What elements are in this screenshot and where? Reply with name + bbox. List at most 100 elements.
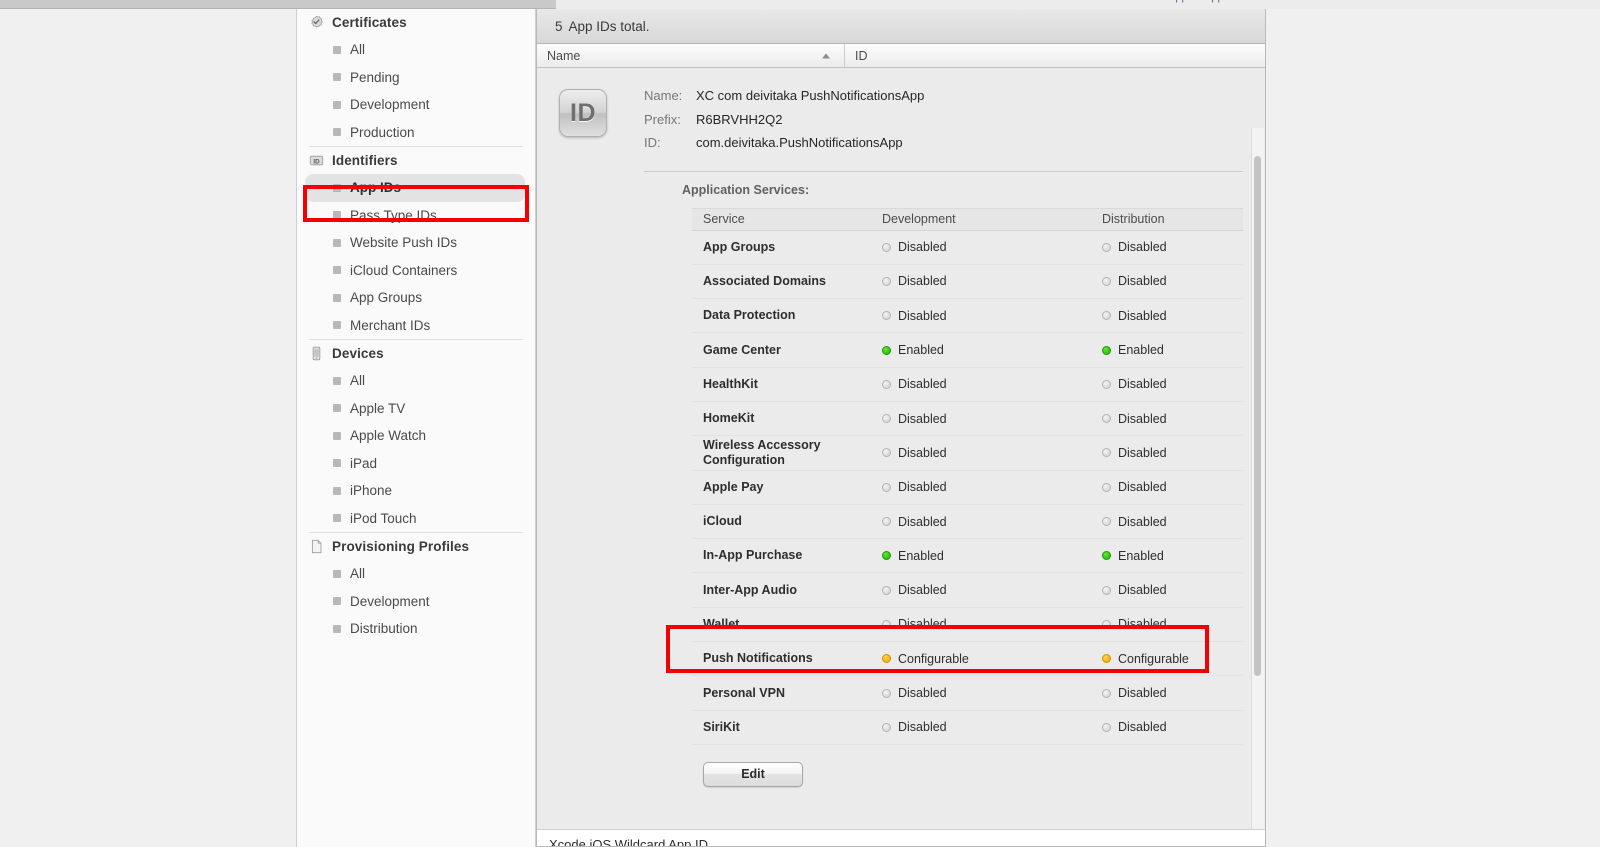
sidebar-item-label: Merchant IDs	[350, 317, 431, 333]
column-header-id[interactable]: ID	[845, 44, 1265, 67]
service-development-status: Enabled	[882, 549, 1102, 563]
status-label: Enabled	[1118, 548, 1164, 563]
desktop-left-area	[0, 9, 297, 847]
window-chrome-right: Add App ID App IDs	[556, 0, 1600, 9]
status-label: Enabled	[898, 343, 944, 358]
application-services-table: Service Development Distribution App Gro…	[692, 207, 1243, 745]
status-disabled-dot-icon	[882, 517, 891, 527]
service-name: Game Center	[703, 342, 781, 357]
bullet-square-icon	[333, 100, 341, 109]
sidebar-item-all[interactable]: All	[297, 36, 535, 64]
service-development-status: Disabled	[882, 720, 1102, 734]
status-disabled-dot-icon	[882, 585, 891, 595]
service-development-status: Disabled	[882, 617, 1102, 631]
sidebar-item-label: iCloud Containers	[350, 262, 458, 278]
sidebar-group-title: Identifiers	[332, 153, 398, 168]
service-development-status: Disabled	[882, 240, 1102, 254]
service-name: Data Protection	[703, 308, 796, 323]
status-enabled-dot-icon	[882, 345, 891, 355]
sidebar-item-website-push-ids[interactable]: Website Push IDs	[297, 229, 535, 257]
sidebar-item-icloud-containers[interactable]: iCloud Containers	[297, 257, 535, 285]
sidebar-item-label: Development	[350, 97, 430, 113]
sidebar-item-label: All	[350, 373, 366, 389]
bullet-square-icon	[333, 266, 341, 275]
bullet-square-icon	[333, 73, 341, 82]
bullet-square-icon	[333, 211, 341, 220]
status-enabled-dot-icon	[882, 551, 891, 561]
detail-scrollbar-thumb[interactable]	[1254, 156, 1261, 676]
service-distribution-status: Configurable	[1102, 652, 1243, 666]
service-distribution-status: Disabled	[1102, 720, 1243, 734]
service-distribution-status: Disabled	[1102, 377, 1243, 391]
status-label: Disabled	[898, 686, 947, 700]
bullet-square-icon	[333, 321, 341, 330]
sidebar-item-distribution[interactable]: Distribution	[297, 615, 535, 643]
sort-ascending-icon	[822, 53, 830, 58]
bullet-square-icon	[333, 624, 341, 633]
service-development-status: Disabled	[882, 412, 1102, 426]
sidebar-item-label: Pass Type IDs	[350, 207, 437, 223]
status-disabled-dot-icon	[1102, 482, 1111, 492]
app-window: Add App ID App IDs Certificates All Pendin…	[0, 0, 1600, 847]
column-header-id-label: ID	[855, 48, 868, 63]
status-disabled-dot-icon	[1102, 688, 1111, 698]
sidebar-item-ipad[interactable]: iPad	[297, 450, 535, 478]
sidebar-item-iphone[interactable]: iPhone	[297, 477, 535, 505]
service-name: HomeKit	[703, 411, 755, 426]
sidebar-item-ipod-touch[interactable]: iPod Touch	[297, 505, 535, 533]
services-col-development: Development	[882, 212, 956, 226]
sidebar-item-apple-watch[interactable]: Apple Watch	[297, 422, 535, 450]
sidebar-item-development[interactable]: Development	[297, 588, 535, 616]
service-row: HealthKit Disabled Disabled	[692, 367, 1243, 402]
status-label: Disabled	[898, 240, 947, 255]
edit-button[interactable]: Edit	[703, 761, 803, 787]
sidebar-item-app-ids[interactable]: App IDs	[305, 174, 525, 202]
status-disabled-dot-icon	[1102, 242, 1111, 252]
service-name: iCloud	[703, 514, 742, 529]
sidebar-item-pass-type-ids[interactable]: Pass Type IDs	[297, 202, 535, 230]
app-id-count-label: App IDs total.	[568, 18, 650, 34]
sidebar-item-label: iPhone	[350, 483, 393, 499]
sidebar-item-production[interactable]: Production	[297, 119, 535, 147]
status-disabled-dot-icon	[1102, 722, 1111, 732]
status-disabled-dot-icon	[882, 379, 891, 389]
next-app-id-row[interactable]: Xcode iOS Wildcard App ID	[537, 829, 1265, 846]
main-panel: 5 App IDs total. Name ID ID Name: XC com …	[536, 9, 1266, 847]
status-disabled-dot-icon	[1102, 517, 1111, 527]
metadata-value: R6BRVHH2Q2	[696, 111, 783, 127]
sidebar-item-merchant-ids[interactable]: Merchant IDs	[297, 312, 535, 340]
status-label: Configurable	[898, 651, 969, 666]
sidebar-item-apple-tv[interactable]: Apple TV	[297, 395, 535, 423]
application-services-label: Application Services:	[682, 182, 810, 197]
service-name: Inter-App Audio	[703, 582, 797, 597]
status-disabled-dot-icon	[1102, 414, 1111, 424]
sidebar-group-list: Certificates All Pending Development Product…	[297, 9, 535, 643]
status-label: Disabled	[1118, 617, 1167, 632]
service-distribution-status: Disabled	[1102, 480, 1243, 494]
status-configurable-dot-icon	[882, 654, 891, 664]
service-distribution-status: Disabled	[1102, 446, 1243, 460]
service-distribution-status: Disabled	[1102, 686, 1243, 700]
sidebar-item-all[interactable]: All	[297, 560, 535, 588]
service-distribution-status: Disabled	[1102, 617, 1243, 631]
sidebar-item-label: Apple TV	[350, 400, 406, 416]
metadata-key: ID:	[644, 135, 661, 150]
service-distribution-status: Disabled	[1102, 274, 1243, 288]
status-label: Disabled	[1118, 445, 1167, 460]
bullet-square-icon	[333, 597, 341, 606]
detail-header: ID Name: XC com deivitaka PushNotificatio…	[537, 68, 1265, 172]
status-disabled-dot-icon	[882, 688, 891, 698]
status-label: Disabled	[1118, 720, 1167, 735]
service-development-status: Configurable	[882, 652, 1102, 666]
status-label: Disabled	[898, 514, 947, 529]
sidebar-item-development[interactable]: Development	[297, 91, 535, 119]
sidebar-item-app-groups[interactable]: App Groups	[297, 284, 535, 312]
sidebar-group-certificates: Certificates	[297, 9, 535, 36]
services-header-row: Service Development Distribution	[692, 208, 1243, 231]
document-page-icon	[311, 539, 322, 554]
sidebar-item-pending[interactable]: Pending	[297, 64, 535, 92]
column-header-name[interactable]: Name	[537, 44, 845, 67]
sidebar-item-all[interactable]: All	[297, 367, 535, 395]
bullet-square-icon	[333, 486, 341, 495]
sidebar-item-label: Website Push IDs	[350, 235, 458, 251]
